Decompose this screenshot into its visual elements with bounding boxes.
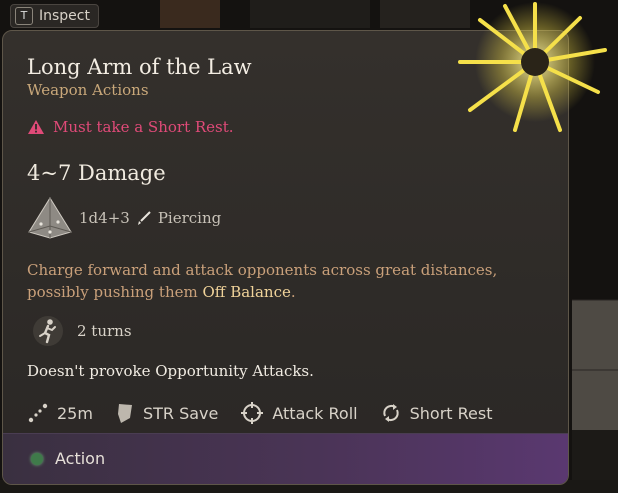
roll-stat: Attack Roll: [240, 401, 358, 425]
range-stat: 25m: [27, 402, 93, 424]
rest-stat: Short Rest: [380, 402, 493, 424]
damage-dice-row: 1d4+3 Piercing: [27, 196, 221, 240]
save-text: STR Save: [142, 403, 219, 423]
green-dot-icon: [31, 452, 43, 465]
description-end: .: [290, 283, 296, 301]
key-t-icon: T: [15, 7, 33, 25]
ability-stats: 25m STR Save Attack Roll Short Rest: [27, 401, 514, 425]
shield-icon: [117, 404, 132, 423]
ability-title: Long Arm of the Law: [27, 55, 252, 79]
ability-category: Weapon Actions: [27, 81, 149, 99]
action-cost: Action: [31, 449, 105, 468]
spell-burst-icon: [458, 2, 607, 132]
running-figure-icon: [33, 316, 63, 346]
off-balance-keyword[interactable]: Off Balance: [202, 283, 290, 301]
ability-description: Charge forward and attack opponents acro…: [27, 259, 547, 303]
inspect-label: Inspect: [39, 8, 90, 24]
duration-text: 2 turns: [77, 322, 132, 340]
action-label: Action: [55, 449, 106, 468]
range-icon: [28, 403, 48, 423]
piercing-icon: [137, 211, 151, 225]
damage-range: 4~7 Damage: [27, 161, 166, 185]
crosshair-icon: [241, 402, 264, 424]
roll-text: Attack Roll: [272, 403, 358, 423]
rest-warning: Must take a Short Rest.: [27, 118, 234, 136]
inspect-hint[interactable]: T Inspect: [10, 4, 99, 28]
opportunity-note: Doesn't provoke Opportunity Attacks.: [27, 362, 314, 380]
recycle-icon: [382, 404, 399, 422]
range-text: 25m: [57, 403, 93, 423]
rest-text: Short Rest: [409, 403, 493, 423]
rest-warning-text: Must take a Short Rest.: [53, 118, 234, 136]
duration-row: 2 turns: [31, 314, 132, 348]
damage-type: Piercing: [157, 209, 222, 227]
action-cost-bar: Action: [3, 433, 568, 484]
d4-die-icon: [28, 197, 72, 239]
warning-triangle-icon: [28, 120, 44, 134]
dice-formula: 1d4+3: [79, 209, 130, 227]
save-stat: STR Save: [115, 402, 218, 424]
